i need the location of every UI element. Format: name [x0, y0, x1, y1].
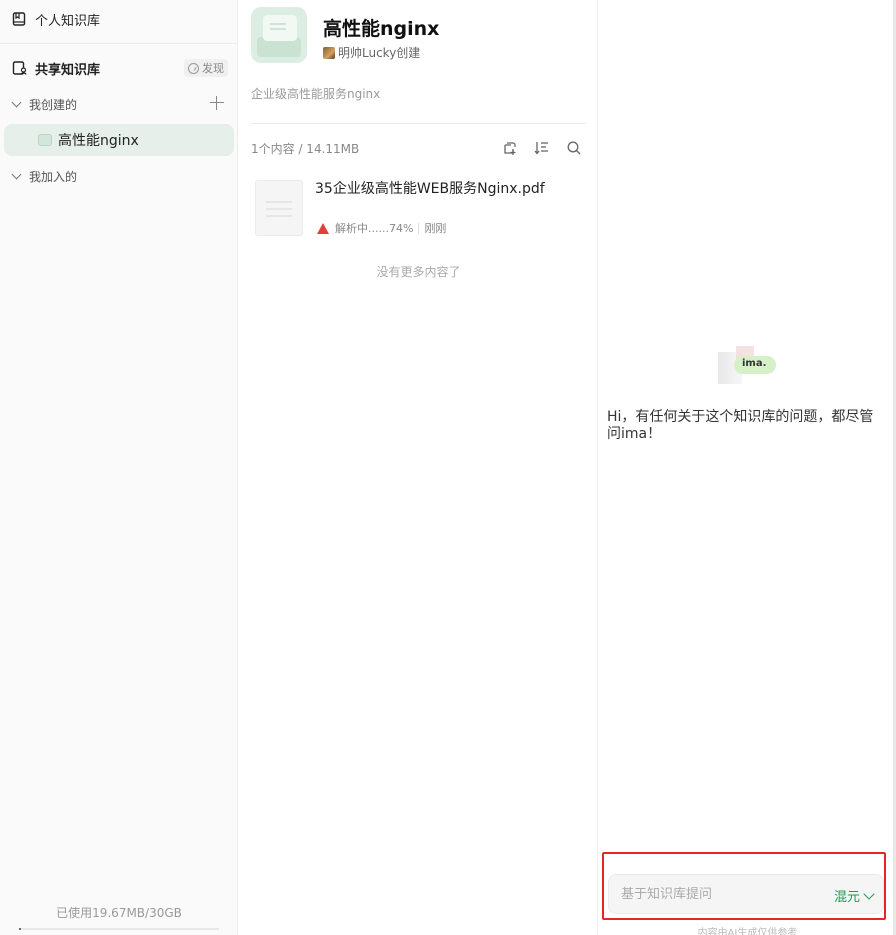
divider	[418, 222, 420, 234]
section-joined-label: 我加入的	[29, 169, 78, 184]
compass-icon	[188, 62, 199, 74]
sort-icon[interactable]	[534, 140, 550, 156]
chat-greeting: Hi，有任何关于这个知识库的问题，都尽管问ima！	[607, 409, 874, 442]
chevron-down-icon	[12, 171, 22, 181]
knowledge-base-panel: 高性能nginx 明帅Lucky创建 企业级高性能服务nginx 1个内容 / …	[239, 0, 598, 935]
sidebar-item-shared-label: 共享知识库	[35, 62, 101, 78]
section-created-label: 我创建的	[29, 97, 78, 112]
storage-usage-bar-fill	[19, 928, 21, 930]
creator-info: 明帅Lucky创建	[323, 44, 420, 61]
model-selector[interactable]: 混元	[833, 886, 875, 905]
file-status: 解析中......74%	[335, 222, 414, 235]
file-time: 刚刚	[424, 222, 447, 235]
avatar	[323, 46, 335, 59]
ima-logo-text: ima.	[742, 358, 767, 369]
sidebar-item-kb-label: 高性能nginx	[58, 133, 139, 149]
sidebar-item-kb-active[interactable]: 高性能nginx	[4, 124, 234, 156]
creator-label: 明帅Lucky创建	[338, 46, 421, 60]
chat-panel: ima. Hi，有任何关于这个知识库的问题，都尽管问ima！ 混元 内容由AI生…	[599, 0, 896, 935]
knowledge-base-icon	[38, 134, 52, 146]
file-name: 35企业级高性能WEB服务Nginx.pdf	[315, 181, 545, 197]
storage-usage: 已使用19.67MB/30GB	[56, 906, 182, 920]
model-label: 混元	[833, 890, 860, 905]
book-icon	[11, 11, 27, 27]
ai-disclaimer: 内容由AI生成仅供参考	[697, 928, 798, 935]
sidebar: 个人知识库 共享知识库 发现 我创建的 高性能nginx 我加入的 已使用19.…	[0, 0, 238, 935]
ima-logo: ima.	[718, 346, 778, 386]
file-thumbnail	[255, 180, 303, 236]
discover-button[interactable]: 发现	[184, 59, 228, 77]
add-content-icon[interactable]	[502, 140, 518, 156]
kb-description: 企业级高性能服务nginx	[251, 87, 381, 101]
storage-usage-bar	[19, 928, 219, 930]
knowledge-base-cover	[251, 7, 307, 63]
divider	[251, 123, 586, 124]
search-icon[interactable]	[566, 140, 582, 156]
content-stats: 1个内容 / 14.11MB	[251, 142, 360, 156]
section-joined[interactable]: 我加入的	[12, 165, 250, 187]
shared-book-icon	[11, 60, 27, 76]
chevron-down-icon	[863, 887, 875, 900]
discover-label: 发现	[202, 62, 224, 75]
divider	[0, 43, 238, 44]
list-end-text: 没有更多内容了	[376, 265, 461, 279]
chat-input-box[interactable]: 混元	[608, 874, 884, 914]
chevron-down-icon	[12, 99, 22, 109]
add-knowledge-base-button[interactable]	[210, 96, 224, 110]
pdf-icon	[317, 222, 329, 234]
page-title: 高性能nginx	[323, 18, 440, 40]
chat-input[interactable]	[621, 884, 811, 904]
sidebar-item-personal[interactable]: 个人知识库	[11, 8, 249, 30]
sidebar-item-personal-label: 个人知识库	[35, 13, 101, 29]
file-meta: 解析中......74% 刚刚	[317, 220, 446, 236]
